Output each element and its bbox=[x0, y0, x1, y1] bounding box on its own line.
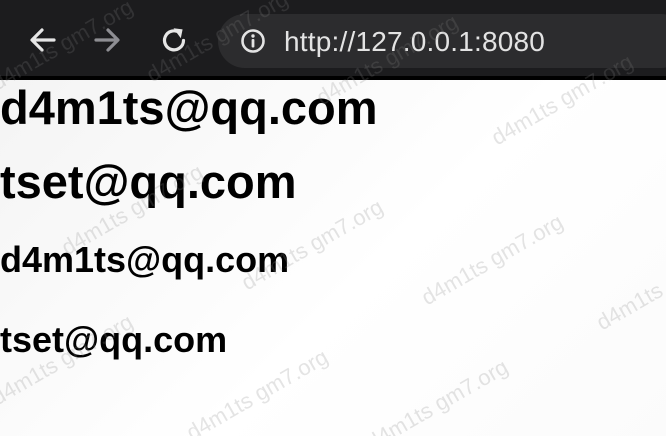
reload-button[interactable] bbox=[156, 22, 192, 58]
address-bar[interactable]: http://127.0.0.1:8080 bbox=[218, 14, 666, 68]
email-heading-2: tset@qq.com bbox=[0, 155, 297, 208]
reload-icon bbox=[162, 28, 186, 52]
page-content: d4m1ts@qq.com tset@qq.com d4m1ts@qq.com … bbox=[0, 80, 666, 436]
browser-toolbar: http://127.0.0.1:8080 bbox=[0, 0, 666, 76]
forward-button[interactable] bbox=[89, 22, 125, 58]
arrow-right-icon bbox=[94, 28, 120, 52]
email-heading-4: tset@qq.com bbox=[0, 319, 228, 360]
back-button[interactable] bbox=[25, 22, 61, 58]
browser-window: http://127.0.0.1:8080 d4m1ts@qq.com tset… bbox=[0, 0, 666, 436]
email-heading-1: d4m1ts@qq.com bbox=[0, 81, 378, 134]
email-heading-3: d4m1ts@qq.com bbox=[0, 239, 290, 280]
url-text[interactable]: http://127.0.0.1:8080 bbox=[284, 25, 545, 59]
arrow-left-icon bbox=[30, 28, 56, 52]
info-icon[interactable] bbox=[240, 28, 266, 54]
